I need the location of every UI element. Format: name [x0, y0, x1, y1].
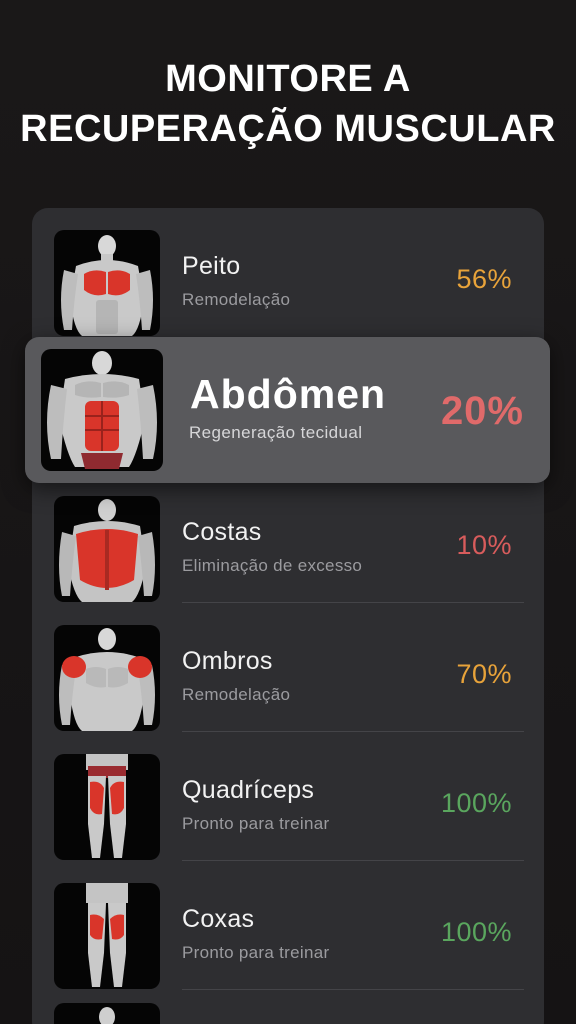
recovery-status: Remodelação — [182, 685, 291, 704]
recovery-status: Remodelação — [182, 290, 291, 309]
recovery-status: Eliminação de excesso — [182, 556, 363, 575]
list-item-ombros[interactable]: Ombros Remodelação 70% — [32, 603, 544, 732]
abs-muscle-icon — [41, 349, 163, 471]
back-muscle-icon — [54, 496, 160, 602]
highlighted-item-abdomen[interactable]: Abdômen Regeneração tecidual 20% — [25, 337, 550, 483]
next-muscle-icon — [54, 1003, 160, 1024]
recovery-percent: 20% — [440, 389, 524, 433]
headline-line-1: MONITORE A — [165, 58, 411, 100]
list-item-quadriceps[interactable]: Quadríceps Pronto para treinar 100% — [32, 732, 544, 861]
quadriceps-muscle-icon — [54, 754, 160, 860]
recovery-status: Pronto para treinar — [182, 943, 330, 962]
muscle-name: Quadríceps — [182, 776, 315, 804]
recovery-status: Regeneração tecidual — [189, 423, 363, 442]
muscle-name: Costas — [182, 518, 262, 546]
row-divider — [182, 989, 524, 990]
recovery-percent: 100% — [440, 788, 512, 818]
muscle-name: Abdômen — [190, 371, 387, 417]
recovery-percent: 70% — [456, 659, 512, 689]
recovery-percent: 10% — [456, 530, 512, 560]
recovery-status: Pronto para treinar — [182, 814, 330, 833]
shoulder-muscle-icon — [54, 625, 160, 731]
headline: MONITORE A RECUPERAÇÃO MUSCULAR — [0, 54, 576, 154]
muscle-name: Peito — [182, 252, 241, 280]
recovery-percent: 56% — [456, 264, 512, 294]
list-item-peito[interactable]: Peito Remodelação 56% — [32, 208, 544, 337]
muscle-recovery-list: Peito Remodelação 56% Costas Eliminação … — [32, 208, 544, 1024]
list-item-costas[interactable]: Costas Eliminação de excesso 10% — [32, 474, 544, 603]
headline-line-2: RECUPERAÇÃO MUSCULAR — [20, 108, 556, 150]
muscle-name: Coxas — [182, 905, 255, 933]
chest-muscle-icon — [54, 230, 160, 336]
hamstring-muscle-icon — [54, 883, 160, 989]
muscle-name: Ombros — [182, 647, 273, 675]
recovery-percent: 100% — [440, 917, 512, 947]
list-item-coxas[interactable]: Coxas Pronto para treinar 100% — [32, 861, 544, 990]
